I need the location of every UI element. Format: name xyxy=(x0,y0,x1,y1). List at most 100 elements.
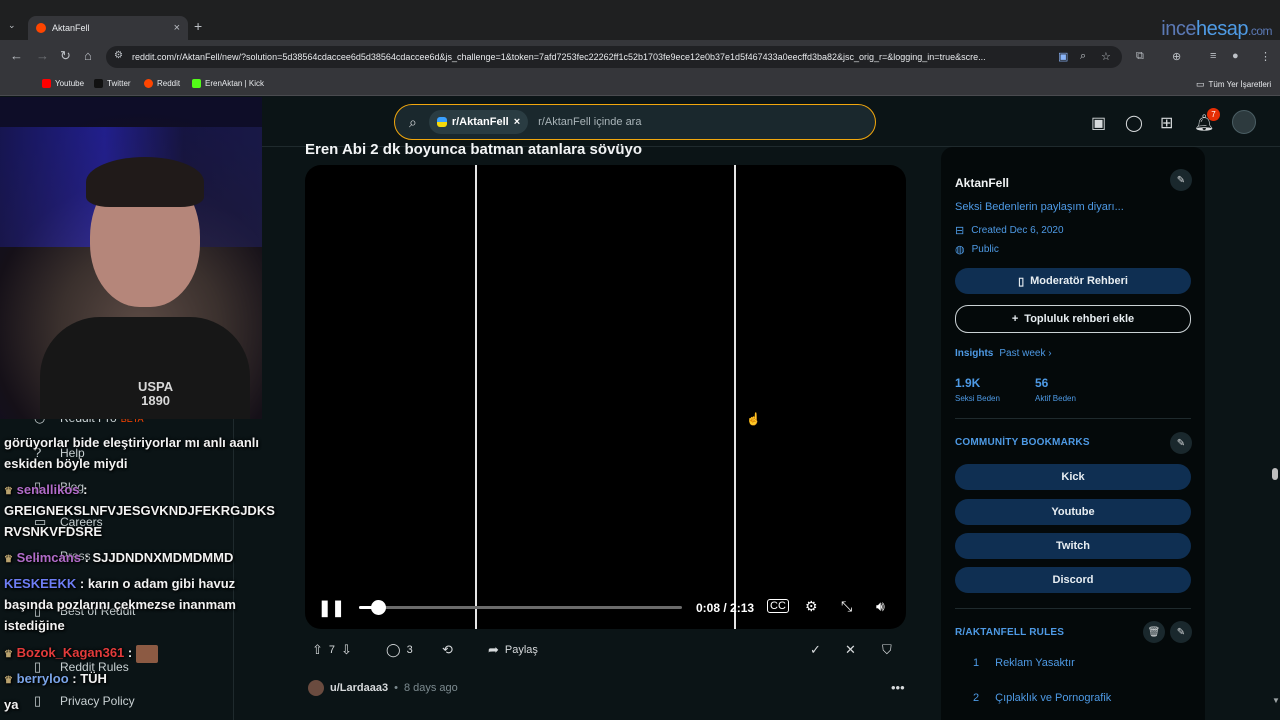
bookmark-reddit[interactable]: Reddit xyxy=(144,79,180,88)
bookmark-youtube[interactable]: Youtube xyxy=(42,79,84,88)
subreddit-icon xyxy=(436,117,447,127)
chat-message: ♛ Bozok_Kagan361 : xyxy=(4,642,284,665)
cake-icon: ⊟ xyxy=(955,225,965,237)
bookmark-discord-button[interactable]: Discord xyxy=(955,567,1191,593)
vote-count: 7 xyxy=(328,644,336,656)
tab-close-icon[interactable]: × xyxy=(174,22,180,34)
rule-item[interactable]: 1 Reklam Yasaktır xyxy=(973,657,1075,669)
chat-badge-icon: ♛ xyxy=(4,554,13,565)
chat-message: ♛ senallikos : xyxy=(4,479,284,502)
subreddit-chip[interactable]: r/AktanFell × xyxy=(428,110,529,134)
search-bar[interactable]: ⌕ r/AktanFell × r/AktanFell içinde ara xyxy=(394,104,876,140)
chat-message: ♛ berryloo : TÜH xyxy=(4,668,284,691)
edit-community-icon[interactable]: ✎ xyxy=(1170,169,1192,191)
page-scrollbar[interactable] xyxy=(1272,468,1278,480)
post-title[interactable]: Eren Abi 2 dk boyunca batman atanlara sö… xyxy=(305,141,642,158)
scroll-down-icon[interactable]: ▼ xyxy=(1272,696,1280,705)
folder-icon: ▭ xyxy=(1196,79,1205,89)
create-post-icon[interactable]: ⊞ xyxy=(1160,113,1173,133)
home-icon[interactable]: ⌂ xyxy=(84,48,92,63)
site-info-icon[interactable]: ⚙ xyxy=(114,50,123,61)
chat-message: GREIGNEKSLNFVJESGVKNDJFEKRGJDKS xyxy=(4,503,275,518)
browser-tab[interactable]: AktanFell × xyxy=(28,16,188,40)
author-name[interactable]: u/Lardaaa3 xyxy=(330,682,388,694)
new-tab-button[interactable]: + xyxy=(194,18,202,34)
tab-title: AktanFell xyxy=(52,23,90,33)
post-time: 8 days ago xyxy=(403,682,458,694)
bookmark-twitter[interactable]: Twitter xyxy=(94,79,131,88)
advertise-icon[interactable]: ▣ xyxy=(1091,113,1106,133)
volume-icon[interactable]: 🔊︎ xyxy=(876,598,885,615)
chat-message: ♛ Selimcans : SJJDNDNXMDMDMMD xyxy=(4,547,284,570)
stat-online-label: Aktif Beden xyxy=(1035,394,1076,403)
bookmark-star-icon[interactable]: ☆ xyxy=(1101,50,1111,63)
settings-gear-icon[interactable]: ⚙ xyxy=(805,598,818,615)
video-time: 0:08 / 2:13 xyxy=(696,601,755,615)
bookmark-kick-button[interactable]: Kick xyxy=(955,464,1191,490)
watermark-logo: incehesap.com xyxy=(1161,18,1272,40)
edit-rules-icon[interactable]: ✎ xyxy=(1170,621,1192,643)
approve-button[interactable]: ✓ xyxy=(810,642,821,658)
share-button[interactable]: ➦ Paylaş xyxy=(488,642,538,658)
user-avatar[interactable] xyxy=(1232,110,1256,134)
browser-tab-bar xyxy=(0,0,1280,40)
forward-icon[interactable]: → xyxy=(36,48,49,63)
video-player[interactable] xyxy=(305,165,906,629)
kick-icon xyxy=(192,79,201,88)
chip-close-icon[interactable]: × xyxy=(514,116,520,128)
mod-guide-button[interactable]: ▯ Moderatör Rehberi xyxy=(955,268,1191,294)
chat-message: görüyorlar bide eleştiriyorlar mı anlı a… xyxy=(4,435,260,450)
translate-icon[interactable]: ▣ xyxy=(1058,50,1068,63)
password-icon[interactable]: ⊕ xyxy=(1172,50,1181,63)
video-frame-line xyxy=(475,165,477,629)
search-input[interactable]: r/AktanFell içinde ara xyxy=(538,116,641,128)
add-guide-button[interactable]: + Topluluk rehberi ekle xyxy=(955,305,1191,333)
reddit-favicon-icon xyxy=(36,23,46,33)
upvote-icon[interactable]: ⇧ xyxy=(312,642,323,658)
visibility: ◍ Public xyxy=(955,244,999,256)
seek-bar[interactable] xyxy=(359,600,682,615)
bookmark-youtube-button[interactable]: Youtube xyxy=(955,499,1191,525)
comments-button[interactable]: ◯ 3 xyxy=(386,642,413,658)
crosspost-button[interactable]: ⟲ xyxy=(442,642,453,658)
insights-header[interactable]: Insights Past week › xyxy=(955,348,1052,359)
crosspost-icon: ⟲ xyxy=(442,642,453,657)
mod-shield-button[interactable]: ⛉ xyxy=(882,642,892,658)
author-avatar[interactable] xyxy=(308,680,324,696)
zoom-icon[interactable]: ⌕ xyxy=(1080,50,1086,63)
profile-icon[interactable]: ● xyxy=(1232,50,1239,62)
bookmark-twitch-button[interactable]: Twitch xyxy=(955,533,1191,559)
chat-message: KESKEEKK : karın o adam gibi havuz xyxy=(4,576,236,591)
divider xyxy=(955,418,1191,419)
tab-search-icon[interactable]: ⌄ xyxy=(8,20,16,31)
pause-icon[interactable]: ❚❚ xyxy=(318,598,345,618)
extensions-icon[interactable]: ⧉ xyxy=(1136,50,1144,63)
rules-heading: R/AKTANFELL RULES xyxy=(955,627,1065,638)
youtube-icon xyxy=(42,79,51,88)
check-icon: ✓ xyxy=(810,642,821,657)
remove-button[interactable]: ✕ xyxy=(845,642,856,658)
downvote-icon[interactable]: ⇩ xyxy=(341,642,352,658)
bookmarks-heading: COMMUNİTY BOOKMARKS xyxy=(955,437,1090,448)
insights-period[interactable]: Past week › xyxy=(999,348,1051,359)
reload-icon[interactable]: ↻ xyxy=(60,48,71,64)
all-bookmarks[interactable]: ▭ Tüm Yer İşaretleri xyxy=(1196,79,1271,90)
fullscreen-icon[interactable]: ⤡ xyxy=(841,598,852,615)
rule-item[interactable]: 2 Çıplaklık ve Pornografik xyxy=(973,692,1111,704)
edit-bookmarks-icon[interactable]: ✎ xyxy=(1170,432,1192,454)
chat-badge-icon: ♛ xyxy=(4,649,13,660)
chat-icon[interactable]: ◯ xyxy=(1125,113,1143,133)
back-icon[interactable]: ← xyxy=(10,48,23,63)
divider xyxy=(955,608,1191,609)
address-bar[interactable]: reddit.com/r/AktanFell/new/?solution=5d3… xyxy=(106,46,1122,68)
more-options-icon[interactable]: ••• xyxy=(891,680,905,695)
captions-icon[interactable]: CC xyxy=(767,599,789,613)
reading-list-icon[interactable]: ≡ xyxy=(1210,50,1216,62)
delete-rules-icon[interactable]: 🗑︎ xyxy=(1143,621,1165,643)
menu-icon[interactable]: ⋮ xyxy=(1260,50,1271,63)
bookmark-kick[interactable]: ErenAktan | Kick xyxy=(192,79,264,88)
shield-icon: ⛉ xyxy=(882,642,892,657)
chat-message: başında pozlarını çekmezse inanmam xyxy=(4,597,236,612)
community-name: AktanFell xyxy=(955,176,1010,190)
stat-online-value: 56 xyxy=(1035,376,1049,390)
